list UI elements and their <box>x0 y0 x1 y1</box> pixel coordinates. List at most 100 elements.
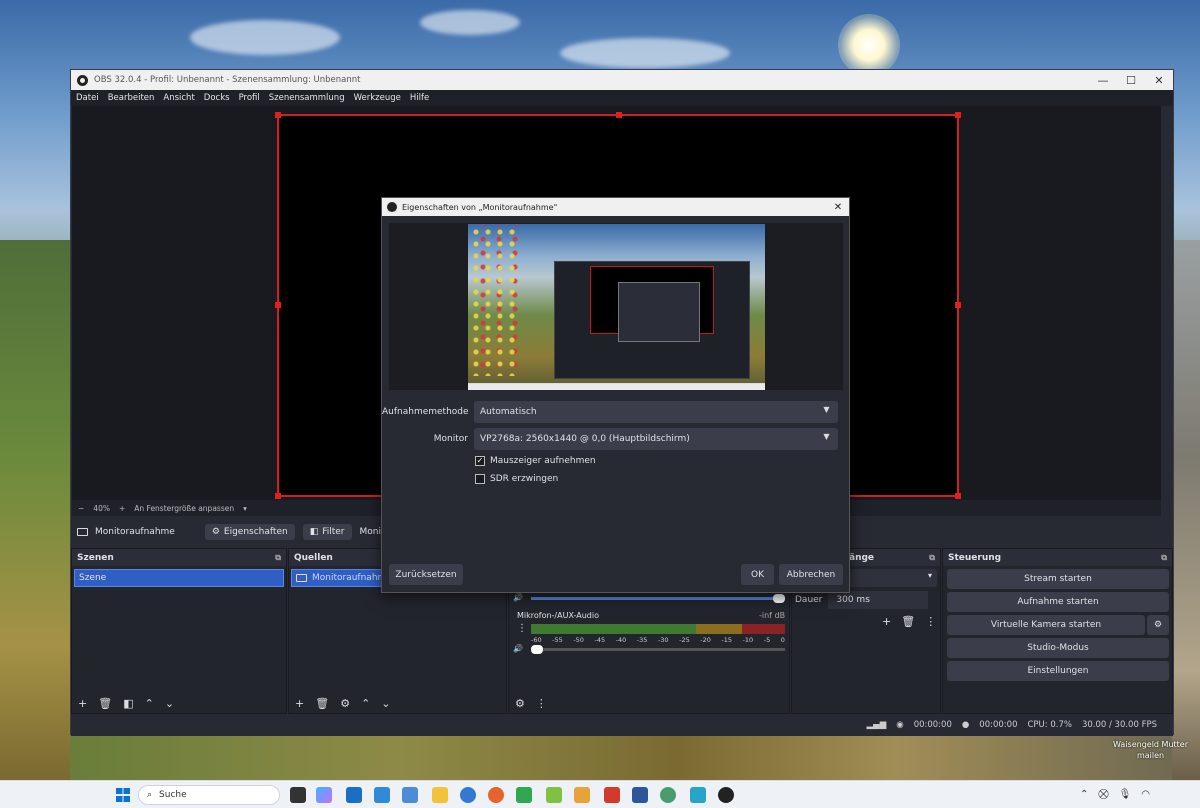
resize-handle[interactable] <box>955 493 961 499</box>
volume-slider[interactable] <box>531 594 785 603</box>
cancel-button[interactable]: Abbrechen <box>779 564 843 585</box>
maximize-button[interactable]: ☐ <box>1117 74 1145 87</box>
dialog-title: Eigenschaften von „Monitoraufnahme" <box>402 202 558 212</box>
settings-button[interactable]: Einstellungen <box>947 661 1169 681</box>
zoom-out-button[interactable]: − <box>78 504 84 513</box>
gear-icon[interactable]: ⚙ <box>515 697 525 710</box>
mixer-tick-label: -25 <box>679 636 690 644</box>
monitor-select[interactable]: VP2768a: 2560x1440 @ 0,0 (Hauptbildschir… <box>474 428 838 450</box>
window-title: OBS 32.0.4 - Profil: Unbenannt - Szenens… <box>94 75 361 85</box>
volume-icon[interactable]: 🔊 <box>513 644 523 653</box>
powerpoint-icon[interactable] <box>604 787 620 803</box>
mic-volume-slider[interactable] <box>531 645 785 654</box>
move-up-icon[interactable]: ⌃ <box>361 697 370 710</box>
obs-taskbar-icon[interactable] <box>718 787 734 803</box>
gear-icon: ⚙ <box>1153 620 1163 630</box>
resize-handle[interactable] <box>275 302 281 308</box>
filters-button[interactable]: ◧ Filter <box>302 524 352 540</box>
excel-icon[interactable] <box>546 787 562 803</box>
checkbox-box[interactable] <box>475 474 485 484</box>
trash-icon[interactable]: 🗑 <box>98 697 112 710</box>
capture-cursor-checkbox[interactable]: ✓ Mauszeiger aufnehmen <box>475 456 596 466</box>
resize-handle[interactable] <box>616 112 622 118</box>
move-up-icon[interactable]: ⌃ <box>145 697 154 710</box>
add-icon[interactable]: + <box>295 697 304 710</box>
force-sdr-checkbox[interactable]: SDR erzwingen <box>475 474 558 484</box>
add-icon[interactable]: + <box>78 697 87 710</box>
sync-icon[interactable] <box>516 787 532 803</box>
mixer-menu-icon[interactable]: ⋮ <box>536 697 547 710</box>
desktop-icons-thumbnail <box>470 226 520 376</box>
chevron-up-icon[interactable]: ⌃ <box>1080 789 1088 800</box>
wifi-icon[interactable]: ◠ <box>1141 789 1150 800</box>
trash-icon[interactable]: 🗑 <box>315 697 329 710</box>
gear-icon[interactable]: ⚙ <box>340 697 350 710</box>
controls-title: Steuerung <box>948 552 1002 563</box>
firefox-icon[interactable] <box>488 787 504 803</box>
menu-bearbeiten[interactable]: Bearbeiten <box>108 93 155 103</box>
duration-input[interactable]: 300 ms <box>828 591 929 609</box>
chevron-down-icon: ▾ <box>927 571 932 580</box>
zoom-in-button[interactable]: + <box>119 504 125 513</box>
close-button[interactable]: ✕ <box>1145 74 1173 87</box>
resize-handle[interactable] <box>275 493 281 499</box>
scene-item[interactable]: Szene <box>74 569 284 587</box>
menu-hilfe[interactable]: Hilfe <box>410 93 429 103</box>
resize-handle[interactable] <box>275 112 281 118</box>
undock-icon[interactable]: ⧉ <box>1161 553 1167 563</box>
trash-icon[interactable]: 🗑 <box>901 615 915 628</box>
move-down-icon[interactable]: ⌄ <box>165 697 174 710</box>
copilot-icon[interactable] <box>316 787 332 803</box>
close-icon[interactable]: ✕ <box>827 202 849 213</box>
menu-werkzeuge[interactable]: Werkzeuge <box>354 93 401 103</box>
undock-icon[interactable]: ⧉ <box>929 553 935 563</box>
mixer-tick-labels: -60-55-50-45-40-35-30-25-20-15-10-50 <box>531 636 785 644</box>
menu-docks[interactable]: Docks <box>204 93 230 103</box>
mic-volume-thumb[interactable] <box>531 645 543 654</box>
menu-profil[interactable]: Profil <box>239 93 260 103</box>
reset-button[interactable]: Zurücksetzen <box>389 564 463 585</box>
start-stream-button[interactable]: Stream starten <box>947 569 1169 589</box>
network-icon[interactable]: ⛒ <box>1098 789 1108 800</box>
app-icon[interactable] <box>574 787 590 803</box>
start-virtual-camera-button[interactable]: Virtuelle Kamera starten <box>947 615 1145 635</box>
properties-button[interactable]: ⚙ Eigenschaften <box>204 524 295 540</box>
file-explorer-icon[interactable] <box>432 787 448 803</box>
resize-handle[interactable] <box>955 302 961 308</box>
onedrive-icon[interactable] <box>374 787 390 803</box>
vpn-icon[interactable] <box>690 787 706 803</box>
desktop-note[interactable]: Waisengeld Mutter mailen <box>1113 739 1188 761</box>
volume-icon[interactable]: 🔊 <box>513 593 523 602</box>
wallpaper-cloud <box>420 10 520 35</box>
channel-menu-icon[interactable]: ⋮ <box>517 623 527 634</box>
start-recording-button[interactable]: Aufnahme starten <box>947 592 1169 612</box>
chevron-down-icon[interactable]: ▾ <box>243 504 247 513</box>
fit-window-label[interactable]: An Fenstergröße anpassen <box>134 504 234 513</box>
maps-icon[interactable] <box>660 787 676 803</box>
notes-icon[interactable] <box>402 787 418 803</box>
chrome-icon[interactable] <box>460 787 476 803</box>
menu-datei[interactable]: Datei <box>76 93 99 103</box>
store-icon[interactable] <box>346 787 362 803</box>
taskbar-search[interactable]: ⌕ Suche <box>138 785 280 805</box>
task-view-icon[interactable] <box>290 787 306 803</box>
resize-handle[interactable] <box>955 112 961 118</box>
start-icon[interactable] <box>116 788 130 802</box>
volume-slider-thumb[interactable] <box>773 594 785 603</box>
undock-icon[interactable]: ⧉ <box>275 553 281 563</box>
capture-method-value: Automatisch <box>480 407 537 417</box>
menu-icon[interactable]: ⋮ <box>925 615 936 628</box>
mic-icon[interactable]: 🎙 <box>1119 789 1132 800</box>
capture-method-select[interactable]: Automatisch ▼ <box>474 401 838 423</box>
menu-ansicht[interactable]: Ansicht <box>163 93 194 103</box>
move-down-icon[interactable]: ⌄ <box>381 697 390 710</box>
word-icon[interactable] <box>632 787 648 803</box>
menu-szenensammlung[interactable]: Szenensammlung <box>269 93 345 103</box>
virtual-camera-settings-button[interactable]: ⚙ <box>1147 615 1169 635</box>
filter-icon[interactable]: ◧ <box>123 697 133 710</box>
studio-mode-button[interactable]: Studio-Modus <box>947 638 1169 658</box>
checkbox-box[interactable]: ✓ <box>475 456 485 466</box>
minimize-button[interactable]: — <box>1089 74 1117 87</box>
add-icon[interactable]: + <box>882 615 891 628</box>
ok-button[interactable]: OK <box>741 564 774 585</box>
